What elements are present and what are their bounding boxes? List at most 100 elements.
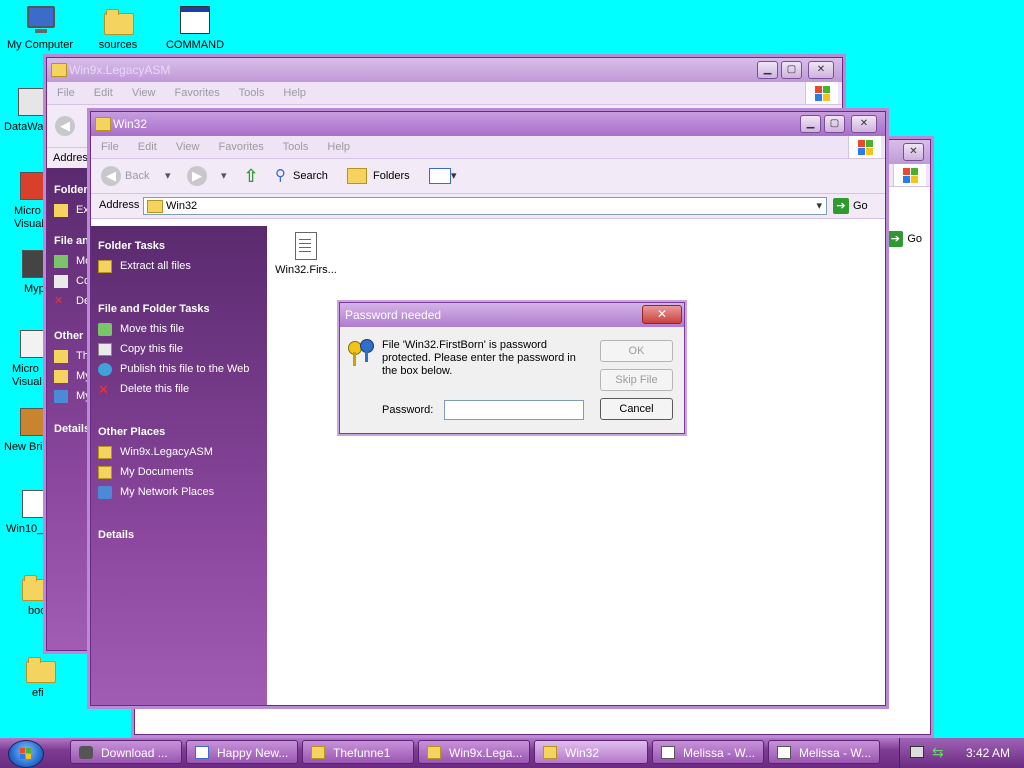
menu-file[interactable]: File (101, 141, 119, 153)
menu-view[interactable]: View (132, 87, 156, 99)
task-move-file[interactable]: Move this file (91, 323, 267, 336)
start-button[interactable] (8, 740, 44, 768)
file-item[interactable]: Win32.Firs... (271, 232, 341, 276)
documents-icon (54, 370, 68, 383)
address-dropdown-icon[interactable]: ▾ (816, 198, 822, 214)
close-button[interactable]: ✕ (808, 61, 834, 79)
briefcase-icon (20, 408, 48, 436)
menu-view[interactable]: View (176, 141, 200, 153)
desktop-icon-efi[interactable]: efi (0, 652, 88, 700)
go-arrow-icon: ➔ (833, 198, 849, 215)
maximize-button[interactable]: ▢ (824, 115, 845, 133)
back-button[interactable]: ◀ Back (101, 165, 149, 187)
ok-button[interactable]: OK (600, 340, 673, 362)
task-copy-file[interactable]: Copy this file (91, 343, 267, 356)
notepad-icon (777, 746, 791, 759)
keyboard-icon[interactable] (910, 746, 924, 758)
close-button[interactable]: ✕ (903, 143, 924, 161)
maximize-button[interactable]: ▢ (781, 61, 802, 79)
move-icon (98, 323, 112, 336)
task-copy[interactable]: Co (47, 275, 91, 288)
up-folder-button[interactable]: ⇧ (241, 165, 261, 187)
task-publish-web[interactable]: Publish this file to the Web (91, 363, 267, 376)
menu-tools[interactable]: Tools (283, 141, 309, 153)
window-titlebar[interactable]: Win32 ▁ ▢ ✕ (91, 112, 885, 136)
network-status-icon[interactable]: ⇆ (932, 744, 946, 760)
windows-logo-icon (805, 82, 838, 104)
task-delete[interactable]: ✕ De (47, 295, 91, 308)
place-item[interactable]: My (47, 390, 91, 403)
folder-icon (104, 9, 134, 35)
zip-folder-icon (54, 204, 68, 217)
taskbar-item-win9x-legacyasm[interactable]: Win9x.Lega... (418, 740, 530, 764)
menu-edit[interactable]: Edit (138, 141, 157, 153)
menu-edit[interactable]: Edit (94, 87, 113, 99)
move-icon (54, 255, 68, 268)
raccoon-app-icon (79, 746, 93, 759)
dialog-titlebar[interactable]: Password needed ✕ (340, 303, 684, 327)
desktop-icon-label: My Computer (6, 39, 74, 51)
password-dialog[interactable]: Password needed ✕ File 'Win32.FirstBorn'… (339, 302, 685, 434)
menu-help[interactable]: Help (327, 141, 350, 153)
desktop-icon-my-computer[interactable]: My Computer (4, 4, 76, 52)
menu-tools[interactable]: Tools (239, 87, 265, 99)
folders-button[interactable]: Folders (347, 165, 410, 187)
chevron-down-icon: ▾ (221, 170, 227, 182)
place-item[interactable]: My (47, 370, 91, 383)
taskbar-item-download[interactable]: Download ... (70, 740, 182, 764)
taskbar-item-happy-new[interactable]: Happy New... (186, 740, 298, 764)
cancel-button[interactable]: Cancel (600, 398, 673, 420)
views-button[interactable]: ▾ (429, 165, 457, 187)
minimize-button[interactable]: ▁ (800, 115, 821, 133)
windows-logo-icon (20, 748, 32, 760)
views-grid-icon (429, 168, 451, 185)
menu-favorites[interactable]: Favorites (219, 141, 264, 153)
skip-file-button[interactable]: Skip File (600, 369, 673, 391)
back-button[interactable]: ◀ (55, 115, 79, 137)
task-pane: Folder Tasks Extract all files File and … (91, 226, 267, 705)
menu-file[interactable]: File (57, 87, 75, 99)
text-file-icon (295, 232, 317, 260)
menu-help[interactable]: Help (283, 87, 306, 99)
forward-history-dropdown[interactable]: ▾ (221, 165, 227, 187)
windows-logo-icon (893, 164, 926, 186)
go-button[interactable]: ➔ Go (887, 230, 922, 248)
windows-logo-icon (848, 136, 881, 158)
menu-favorites[interactable]: Favorites (175, 87, 220, 99)
minimize-button[interactable]: ▁ (757, 61, 778, 79)
computer-icon (27, 6, 55, 33)
task-extract-all[interactable]: Extract all files (91, 260, 267, 273)
folder-icon (311, 746, 325, 759)
taskbar-item-melissa-1[interactable]: Melissa - W... (652, 740, 764, 764)
password-label: Password: (382, 404, 434, 416)
search-button[interactable]: ⚲ Search (275, 165, 328, 187)
place-item[interactable]: Th (47, 350, 91, 363)
close-button[interactable]: ✕ (851, 115, 877, 133)
place-my-network-places[interactable]: My Network Places (91, 486, 267, 499)
task-move[interactable]: Mo (47, 255, 91, 268)
clock[interactable]: 3:42 AM (966, 746, 1010, 760)
taskbar-item-win32[interactable]: Win32 (534, 740, 648, 764)
taskbar-item-thefunne1[interactable]: Thefunne1 (302, 740, 414, 764)
task-delete-file[interactable]: ✕ Delete this file (91, 383, 267, 396)
folder-icon (51, 63, 67, 77)
back-history-dropdown[interactable]: ▾ (165, 165, 171, 187)
address-field[interactable]: Win32 ▾ (143, 197, 827, 215)
place-win9x-legacyasm[interactable]: Win9x.LegacyASM (91, 446, 267, 459)
details-title[interactable]: Details (98, 529, 267, 541)
desktop-icon-sources[interactable]: sources (82, 4, 154, 52)
desktop-icon-command[interactable]: COMMAND (159, 4, 231, 52)
task-extract[interactable]: Ext (47, 204, 91, 217)
visual-app-icon (20, 330, 48, 358)
forward-button[interactable]: ▶ (187, 165, 211, 187)
taskbar-item-melissa-2[interactable]: Melissa - W... (768, 740, 880, 764)
go-button[interactable]: ➔ Go (833, 197, 868, 215)
password-input[interactable] (444, 400, 584, 420)
system-tray: ⇆ 3:42 AM (899, 738, 1024, 768)
zip-folder-icon (98, 260, 112, 273)
address-label: Address (99, 199, 140, 211)
place-my-documents[interactable]: My Documents (91, 466, 267, 479)
address-bar: Address Win32 ▾ ➔ Go (91, 194, 885, 219)
window-titlebar[interactable]: Win9x.LegacyASM ▁ ▢ ✕ (47, 58, 842, 82)
close-button[interactable]: ✕ (642, 305, 682, 324)
